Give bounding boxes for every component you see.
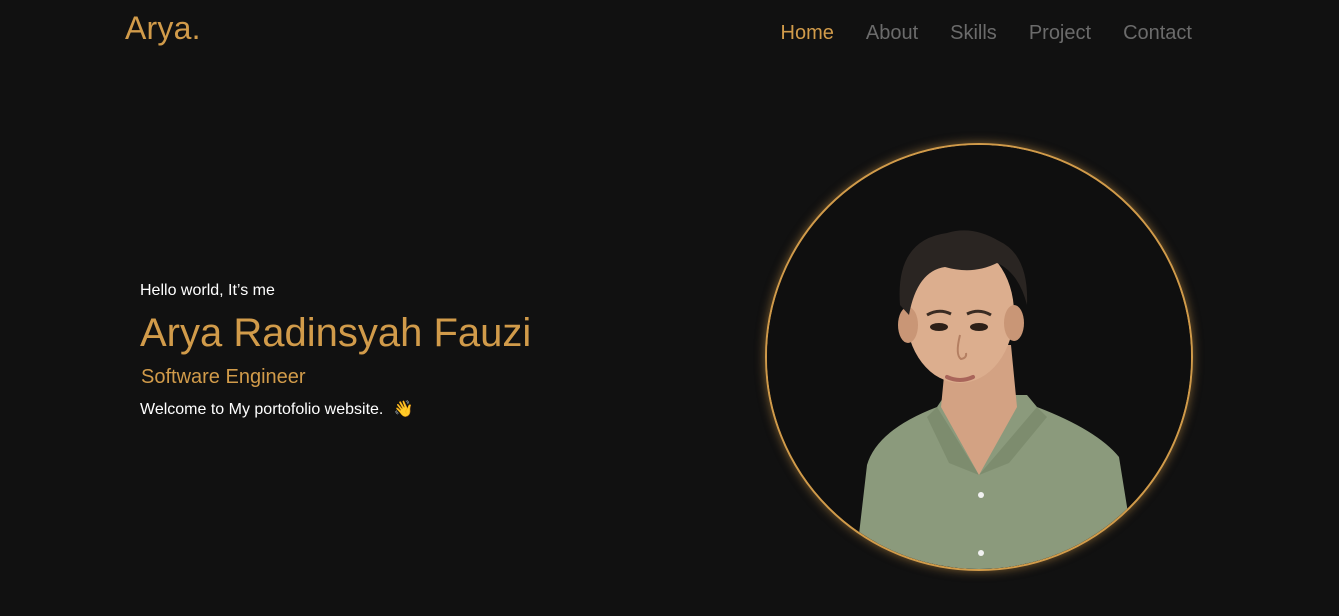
nav-link-contact[interactable]: Contact bbox=[1123, 22, 1192, 45]
profile-photo-illustration bbox=[767, 145, 1191, 569]
main-nav: Home About Skills Project Contact bbox=[781, 22, 1192, 45]
brand-logo[interactable]: Arya. bbox=[125, 10, 201, 47]
hero-intro: Hello world, It’s me Arya Radinsyah Fauz… bbox=[140, 282, 531, 419]
hero-role: Software Engineer bbox=[141, 366, 306, 388]
profile-photo bbox=[765, 143, 1193, 571]
hero-name: Arya Radinsyah Fauzi bbox=[140, 311, 532, 355]
hero-greeting: Hello world, It’s me bbox=[140, 282, 275, 299]
nav-link-home[interactable]: Home bbox=[781, 22, 834, 45]
nav-link-project[interactable]: Project bbox=[1029, 22, 1091, 45]
waving-hand-icon: 👋 bbox=[393, 401, 414, 418]
hero-welcome-text: Welcome to My portofolio website. bbox=[140, 401, 384, 418]
nav-link-skills[interactable]: Skills bbox=[950, 22, 997, 45]
hero-welcome-line: Welcome to My portofolio website. 👋 bbox=[140, 399, 531, 419]
nav-link-about[interactable]: About bbox=[866, 22, 918, 45]
page: Arya. Home About Skills Project Contact … bbox=[0, 0, 1339, 616]
